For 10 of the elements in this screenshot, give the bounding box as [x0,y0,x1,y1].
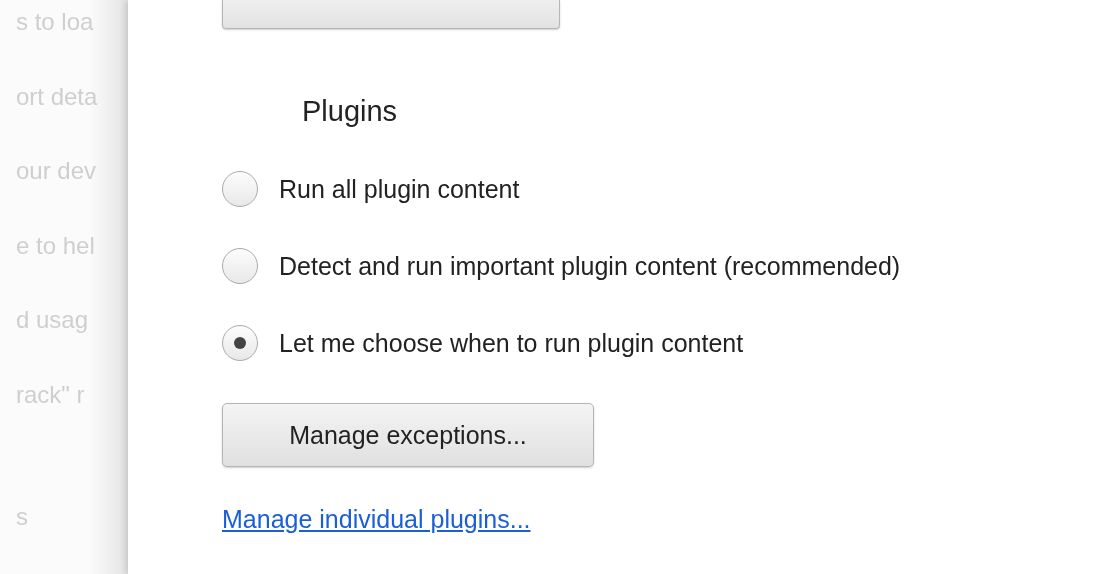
radio-button[interactable] [222,248,258,284]
option-label[interactable]: Detect and run important plugin content (recommended) [279,251,901,281]
manage-exceptions-button[interactable]: Manage exceptions... [222,403,594,467]
option-label[interactable]: Run all plugin content [279,174,520,204]
radio-button[interactable] [222,325,258,361]
section-title: Plugins [302,95,398,128]
option-label[interactable]: Let me choose when to run plugin content [279,328,744,358]
radio-button[interactable] [222,171,258,207]
manage-plugins-link[interactable]: Manage individual plugins... [222,505,531,534]
cut-off-button[interactable] [222,0,560,29]
